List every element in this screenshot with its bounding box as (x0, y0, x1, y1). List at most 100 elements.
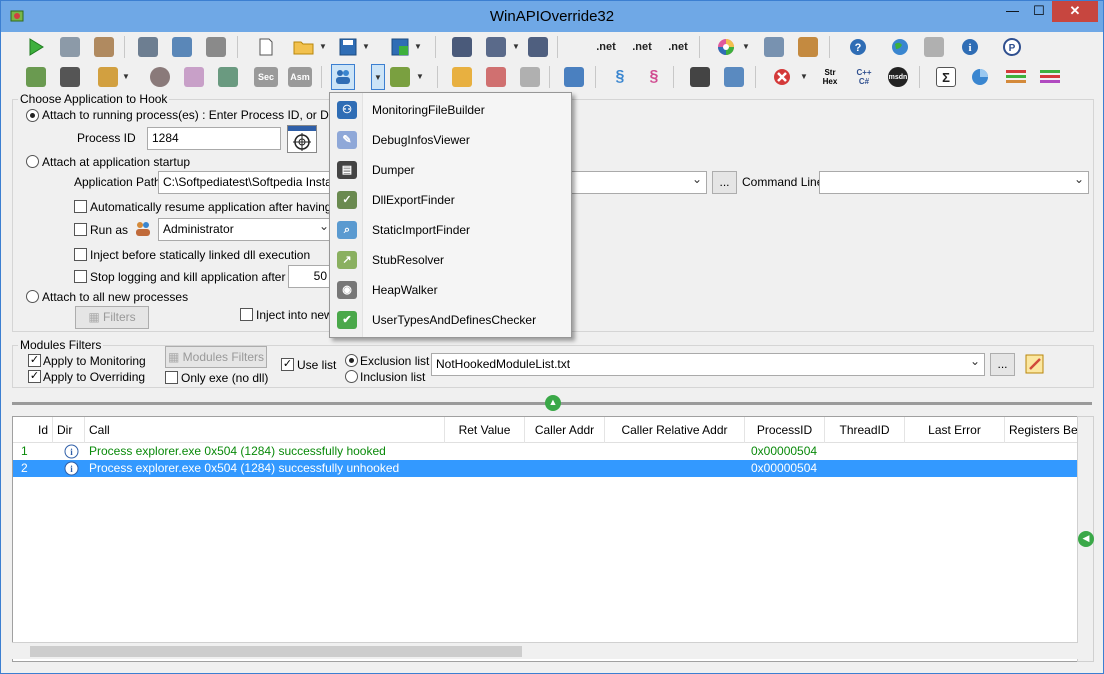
remove-button[interactable] (483, 64, 509, 90)
wizard-options-button[interactable] (483, 34, 509, 60)
export-dropdown-arrow[interactable]: ▼ (413, 34, 423, 60)
use-list-checkbox[interactable]: ✓ (281, 358, 294, 371)
process-finder-target[interactable] (287, 125, 317, 153)
about-button[interactable]: i (957, 34, 983, 60)
column-header-caller-relative-addr[interactable]: Caller Relative Addr (605, 417, 745, 443)
web-update-button[interactable] (887, 34, 913, 60)
overriding-files-button[interactable] (169, 34, 195, 60)
menu-item-heap-walker[interactable]: ◉ HeapWalker (330, 275, 571, 305)
list-view-button[interactable] (761, 34, 787, 60)
inclusion-list-radio[interactable] (345, 370, 358, 383)
module-list-browse-button[interactable]: ... (990, 353, 1015, 376)
goto-button[interactable] (721, 64, 747, 90)
clear-button[interactable] (517, 64, 543, 90)
error-dropdown-arrow[interactable]: ▼ (799, 64, 809, 90)
compare-button[interactable] (561, 64, 587, 90)
modules-filters-button[interactable]: ▦ Modules Filters (165, 346, 267, 368)
maximize-button[interactable]: ☐ (1026, 1, 1052, 22)
sum-button[interactable]: Σ (933, 64, 959, 90)
filters-button[interactable]: ▦ Filters (75, 306, 149, 329)
colors-button[interactable] (713, 34, 739, 60)
horizontal-scrollbar[interactable] (12, 642, 1078, 659)
edit-list-button[interactable] (1022, 351, 1048, 377)
monitoring-files-button[interactable] (135, 34, 161, 60)
apply-monitoring-checkbox[interactable]: ✓ (28, 354, 41, 367)
attach-running-radio[interactable] (26, 109, 39, 122)
inject-static-checkbox[interactable] (74, 248, 87, 261)
open-dropdown-arrow[interactable]: ▼ (318, 34, 328, 60)
breakpoint-dropdown-arrow[interactable]: ▼ (121, 64, 131, 90)
run-as-checkbox[interactable] (74, 223, 87, 236)
close-button[interactable]: ✕ (1052, 1, 1098, 22)
str-hex-button[interactable]: Str Hex (817, 64, 843, 90)
wizard-tool-button[interactable] (525, 34, 551, 60)
column-header-call[interactable]: Call (85, 417, 445, 443)
attach-startup-radio[interactable] (26, 155, 39, 168)
menu-item-stub-resolver[interactable]: ↗ StubResolver (330, 245, 571, 275)
donate-button[interactable]: P (999, 34, 1025, 60)
table-row[interactable]: 2 i Process explorer.exe 0x504 (1284) su… (13, 460, 1077, 477)
wizard-button[interactable] (449, 34, 475, 60)
net-button-1[interactable]: .net (593, 34, 619, 60)
bug-report-button[interactable] (921, 34, 947, 60)
menu-item-monitoring-file-builder[interactable]: ⚇ MonitoringFileBuilder (330, 95, 571, 125)
command-line-combo[interactable] (819, 171, 1089, 194)
net-button-2[interactable]: .net (629, 34, 655, 60)
only-exe-checkbox[interactable] (165, 371, 178, 384)
minimize-button[interactable]: — (999, 1, 1026, 22)
plugins-button[interactable] (387, 64, 413, 90)
menu-item-dumper[interactable]: ▤ Dumper (330, 155, 571, 185)
notes-button[interactable] (795, 34, 821, 60)
table-row[interactable]: 1 i Process explorer.exe 0x504 (1284) su… (13, 443, 1077, 460)
pie-chart-button[interactable] (967, 64, 993, 90)
cpp-button[interactable]: C++ C# (851, 64, 877, 90)
attach-new-radio[interactable] (26, 290, 39, 303)
column-header-dir[interactable]: Dir (53, 417, 85, 443)
app-path-browse-button[interactable]: ... (712, 171, 737, 194)
stop-logging-checkbox[interactable] (74, 270, 87, 283)
dump-button[interactable] (57, 64, 83, 90)
halt-button[interactable] (147, 64, 173, 90)
tools-dropdown-arrow[interactable]: ▼ (371, 64, 385, 90)
asm-button[interactable]: Asm (287, 64, 313, 90)
memory-button[interactable] (23, 64, 49, 90)
process-id-input[interactable]: 1284 (147, 127, 281, 150)
inject-into-new-checkbox[interactable] (240, 308, 253, 321)
save-button[interactable] (335, 34, 361, 60)
save-dropdown-arrow[interactable]: ▼ (361, 34, 371, 60)
menu-item-user-types-checker[interactable]: ✔ UserTypesAndDefinesChecker (330, 305, 571, 335)
column-header-caller-addr[interactable]: Caller Addr (525, 417, 605, 443)
copy-button[interactable] (449, 64, 475, 90)
trace-button[interactable] (181, 64, 207, 90)
tools-button[interactable] (331, 64, 355, 90)
horizontal-scroll-thumb[interactable] (30, 646, 522, 657)
stop-monitoring-button[interactable] (57, 34, 83, 60)
exclusion-list-radio[interactable] (345, 354, 358, 367)
stats-button-1[interactable] (1003, 64, 1029, 90)
find-button[interactable] (687, 64, 713, 90)
new-button[interactable] (253, 34, 279, 60)
auto-resume-checkbox[interactable] (74, 200, 87, 213)
menu-item-static-import-finder[interactable]: ⌕ StaticImportFinder (330, 215, 571, 245)
msdn-button[interactable]: msdn (885, 64, 911, 90)
column-header-ret-value[interactable]: Ret Value (445, 417, 525, 443)
breakpoint-button[interactable] (95, 64, 121, 90)
start-monitoring-button[interactable] (23, 34, 49, 60)
column-header-thread-id[interactable]: ThreadID (825, 417, 905, 443)
apply-overriding-checkbox[interactable]: ✓ (28, 370, 41, 383)
net-button-3[interactable]: .net (665, 34, 691, 60)
column-header-id[interactable]: Id (13, 417, 53, 443)
column-header-registers-before[interactable]: Registers Befo (1005, 417, 1077, 443)
analysis-button-1[interactable]: § (607, 64, 633, 90)
run-as-combo[interactable]: Administrator (158, 218, 334, 241)
stats-button-2[interactable] (1037, 64, 1063, 90)
module-list-combo[interactable]: NotHookedModuleList.txt (431, 353, 985, 376)
sec-button[interactable]: Sec (253, 64, 279, 90)
pause-monitoring-button[interactable] (91, 34, 117, 60)
help-button[interactable]: ? (845, 34, 871, 60)
error-button[interactable] (769, 64, 795, 90)
wizard-dropdown-arrow[interactable]: ▼ (511, 34, 521, 60)
export-button[interactable] (387, 34, 413, 60)
open-button[interactable] (291, 34, 317, 60)
plugins-dropdown-arrow[interactable]: ▼ (415, 64, 425, 90)
